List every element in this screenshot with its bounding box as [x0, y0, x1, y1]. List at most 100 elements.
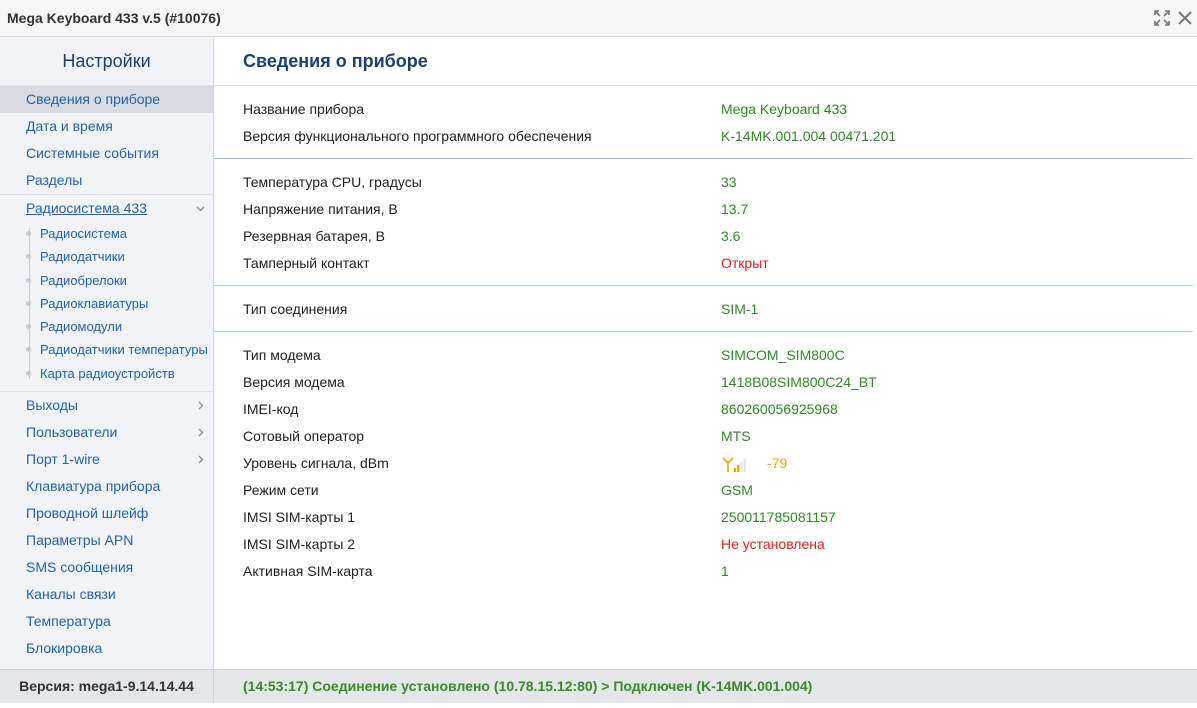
expand-icon[interactable] [1153, 9, 1171, 27]
sidebar-subitem[interactable]: Радиодатчики температуры [0, 338, 213, 361]
sidebar-title: Настройки [0, 37, 213, 86]
info-value: 1 [721, 563, 729, 579]
info-row: Температура CPU, градусы 33 [214, 169, 1193, 196]
sidebar-subitem[interactable]: Радиоклавиатуры [0, 292, 213, 315]
sidebar-item[interactable]: Параметры APN [0, 527, 213, 554]
bullet-dot-icon [26, 300, 31, 306]
sidebar-item[interactable]: Клавиатура прибора [0, 473, 213, 500]
window-titlebar: Mega Keyboard 433 v.5 (#10076) [0, 0, 1197, 37]
bullet-dot-icon [26, 231, 31, 236]
info-row: IMSI SIM-карты 2 Не установлена [214, 531, 1193, 558]
sidebar-subitem[interactable]: Радиосистема [0, 222, 213, 245]
sidebar-item-label: Блокировка [26, 640, 103, 657]
sidebar-item[interactable]: Сведения о приборе [0, 86, 213, 113]
sidebar-item[interactable]: Температура [0, 608, 213, 635]
sidebar-subitem-label: Радиодатчики температуры [40, 342, 208, 358]
sidebar-item[interactable]: Блокировка [0, 635, 213, 662]
info-label: Тип соединения [243, 301, 348, 317]
info-label: Версия функционального программного обес… [243, 128, 592, 144]
info-section: Тип соединения SIM-1 [214, 286, 1193, 332]
sidebar-item[interactable]: Пользователи [0, 419, 213, 446]
sidebar-item[interactable]: Каналы связи [0, 581, 213, 608]
info-row: IMEI-код 860260056925968 [214, 396, 1193, 423]
info-sections: Название прибора Mega Keyboard 433 Версия … [214, 86, 1197, 593]
sidebar-subitem[interactable]: Карта радиоустройств [0, 362, 213, 385]
info-row: Тип модема SIMCOM_SIM800C [214, 342, 1193, 369]
sidebar-item-radio-433[interactable]: Радиосистема 433 [0, 194, 213, 222]
info-row: Сотовый оператор MTS [214, 423, 1193, 450]
firmware-version: Версия: mega1-9.14.14.44 [0, 670, 214, 703]
info-value: 3.6 [721, 228, 741, 244]
info-row: Тамперный контакт Открыт [214, 250, 1193, 277]
sidebar-item-label: Системные события [26, 145, 159, 161]
sidebar-subitem[interactable]: Радиобрелоки [0, 269, 213, 292]
radio-submenu: Радиосистема Радиодатчики Радиобрелоки Ради… [0, 222, 213, 391]
info-row: Тип соединения SIM-1 [214, 296, 1193, 323]
info-section: Тип модема SIMCOM_SIM800C Версия модема 141… [214, 332, 1193, 593]
info-value: 33 [721, 174, 737, 190]
chevron-right-icon [196, 401, 205, 410]
sidebar-item-label: Температура [26, 613, 111, 630]
sidebar-item[interactable]: Системные события [0, 140, 213, 167]
sidebar-nav-top: Сведения о приборе Дата и время Системные … [0, 86, 213, 194]
close-icon[interactable] [1176, 9, 1194, 27]
sidebar-subitem[interactable]: Радиомодули [0, 315, 213, 338]
sidebar-item-label: SMS сообщения [26, 559, 134, 576]
info-value: SIM-1 [721, 301, 759, 317]
bullet-dot-icon [26, 370, 31, 376]
sidebar-item-label: Сведения о приборе [26, 91, 161, 107]
info-row: Напряжение питания, В 13.7 [214, 196, 1193, 223]
info-row: Название прибора Mega Keyboard 433 [214, 96, 1193, 123]
sidebar-item-label: Клавиатура прибора [26, 478, 161, 495]
connection-status: (14:53:17) Соединение установлено (10.78… [243, 678, 813, 694]
settings-sidebar: Настройки Сведения о приборе Дата и время… [0, 37, 214, 669]
sidebar-item[interactable]: SMS сообщения [0, 554, 213, 581]
info-value: GSM [721, 482, 753, 498]
info-row: Версия функционального программного обес… [214, 123, 1193, 150]
info-label: Напряжение питания, В [243, 201, 398, 217]
sidebar-subitem-label: Радиоклавиатуры [40, 295, 149, 311]
device-info-panel: Сведения о приборе Название прибора Mega … [214, 37, 1197, 669]
sidebar-item[interactable]: Порт 1-wire [0, 446, 213, 473]
bullet-dot-icon [26, 347, 31, 353]
signal-icon [721, 455, 747, 473]
info-value: -79 [721, 450, 787, 477]
sidebar-item-label: Проводной шлейф [26, 505, 149, 522]
window-title: Mega Keyboard 433 v.5 (#10076) [7, 10, 221, 26]
info-section: Температура CPU, градусы 33 Напряжение пит… [214, 159, 1193, 286]
sidebar-subitem-label: Радиосистема [40, 226, 128, 241]
info-label: Сотовый оператор [243, 428, 365, 444]
info-section: Название прибора Mega Keyboard 433 Версия … [214, 86, 1193, 159]
sidebar-item-label: Каналы связи [26, 586, 116, 603]
info-label: IMSI SIM-карты 1 [243, 509, 356, 525]
info-row: Режим сети GSM [214, 477, 1193, 504]
sidebar-item-label: Разделы [26, 172, 83, 188]
chevron-right-icon [196, 455, 205, 464]
info-value: 13.7 [721, 201, 749, 217]
info-label: Резервная батарея, В [243, 228, 385, 244]
sidebar-subitem[interactable]: Радиодатчики [0, 245, 213, 268]
sidebar-item[interactable]: Разделы [0, 167, 213, 194]
info-label: Активная SIM-карта [243, 563, 373, 579]
info-row: Уровень сигнала, dBm -79 [214, 450, 1193, 477]
info-value: K-14MK.001.004 00471.201 [721, 128, 897, 144]
info-label: Температура CPU, градусы [243, 174, 422, 190]
info-label: Уровень сигнала, dBm [243, 455, 389, 471]
sidebar-subitem-label: Радиобрелоки [40, 272, 127, 288]
sidebar-item[interactable]: Выходы [0, 392, 213, 419]
bullet-dot-icon [26, 277, 31, 283]
bullet-dot-icon [26, 254, 31, 260]
info-label: IMSI SIM-карты 2 [243, 536, 356, 552]
info-label: Название прибора [243, 101, 365, 117]
sidebar-item[interactable]: Дата и время [0, 113, 213, 140]
info-row: IMSI SIM-карты 1 250011785081157 [214, 504, 1193, 531]
info-value: Открыт [721, 255, 769, 271]
sidebar-item-label: Пользователи [26, 424, 118, 441]
sidebar-item-label: Дата и время [26, 118, 113, 134]
sidebar-item[interactable]: Проводной шлейф [0, 500, 213, 527]
info-value: 250011785081157 [721, 509, 836, 525]
chevron-down-icon [196, 204, 205, 213]
info-label: Тип модема [243, 347, 321, 363]
info-label: Версия модема [243, 374, 345, 390]
info-label: IMEI-код [243, 401, 299, 417]
